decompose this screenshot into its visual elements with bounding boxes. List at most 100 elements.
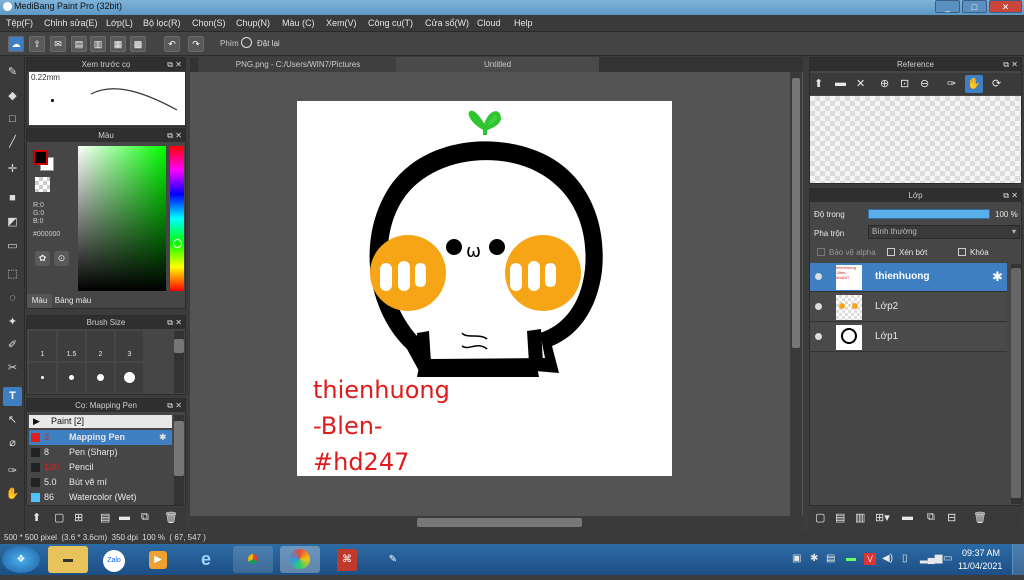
eraser-tool-icon[interactable]: ◆	[3, 87, 22, 106]
tab-png-file[interactable]: PNG.png - C:/Users/WIN7/Pictures	[198, 57, 398, 72]
grid-icon[interactable]: ▦	[110, 36, 126, 52]
horizontal-scrollbar[interactable]	[190, 516, 803, 529]
close-icon[interactable]: ✕	[175, 58, 182, 71]
visibility-icon[interactable]	[815, 333, 822, 340]
brush-list-scrollbar[interactable]	[174, 415, 184, 505]
tray-icon-v[interactable]: V	[864, 553, 876, 565]
page-icon[interactable]: ▥	[90, 36, 106, 52]
artwork-canvas[interactable]: ω thienhuong -Blen- #hd247	[297, 101, 672, 476]
line-tool-icon[interactable]: ╱	[3, 133, 22, 152]
duplicate-icon[interactable]: ⧉	[927, 511, 935, 524]
brush-row-pencil[interactable]: 100 Pencil	[29, 460, 172, 475]
foreground-color-swatch[interactable]	[33, 150, 48, 165]
trash-icon[interactable]: 🗑	[973, 511, 987, 524]
tray-icon-4[interactable]: ▯	[902, 553, 908, 564]
menu-view[interactable]: Xem(V)	[326, 18, 357, 28]
medibang-taskbar-icon[interactable]	[280, 546, 320, 573]
file-explorer-icon[interactable]: ▬	[48, 546, 88, 573]
popout-icon[interactable]: ⧉	[167, 129, 173, 142]
download-icon[interactable]: ⬆	[32, 511, 41, 524]
gear-icon[interactable]: ✱	[992, 269, 1003, 285]
menu-window[interactable]: Cửa sổ(W)	[425, 18, 469, 28]
transparent-color-swatch[interactable]	[35, 177, 50, 192]
tray-icon-2[interactable]: ▤	[826, 553, 835, 564]
volume-icon[interactable]: ◀)	[882, 553, 893, 564]
folder-icon[interactable]: ▬	[119, 511, 130, 523]
clock-time[interactable]: 09:37 AM	[962, 548, 1000, 558]
vertical-scrollbar[interactable]	[790, 72, 802, 516]
fill-rect-tool-icon[interactable]: ■	[3, 189, 22, 208]
saturation-value-picker[interactable]	[78, 146, 166, 291]
lock-checkbox[interactable]	[958, 248, 966, 256]
hand-tool-icon[interactable]: ✋	[3, 485, 22, 504]
clipping-checkbox[interactable]	[887, 248, 895, 256]
chrome-icon[interactable]	[233, 546, 273, 573]
size-cell[interactable]	[58, 363, 85, 393]
menu-select[interactable]: Chọn(S)	[192, 18, 226, 28]
network-icon[interactable]: ▂▄▆	[920, 553, 942, 564]
show-desktop-button[interactable]	[1012, 544, 1024, 575]
text-tool-icon[interactable]: T	[3, 387, 22, 406]
visibility-icon[interactable]	[815, 273, 822, 280]
zalo-taskbar-button[interactable]: Zalo	[95, 546, 133, 573]
minimize-button[interactable]: _	[935, 0, 960, 13]
size-cell[interactable]: 1.5	[58, 331, 85, 361]
paint-tool-icon[interactable]: ✎	[373, 546, 413, 573]
power-icon[interactable]: ▭	[943, 553, 952, 564]
size-scrollbar[interactable]	[174, 331, 184, 393]
palette-icon[interactable]: ✿	[35, 251, 50, 266]
alpha-protect-checkbox[interactable]	[817, 248, 825, 256]
clock-date[interactable]: 11/04/2021	[958, 561, 1002, 571]
brush-row-watercolor[interactable]: 86 Watercolor (Wet)	[29, 490, 172, 505]
close-icon[interactable]: ✕	[1011, 189, 1018, 202]
menu-layer[interactable]: Lớp(L)	[106, 18, 133, 28]
eyedropper-icon[interactable]: ✑	[947, 77, 956, 90]
horizontal-scroll-thumb[interactable]	[417, 518, 582, 527]
select-tool-icon[interactable]: ⬚	[3, 265, 22, 284]
move-tool-icon[interactable]: ✛	[3, 160, 22, 179]
new-brush-icon[interactable]: ▢	[54, 511, 64, 524]
zoom-in-icon[interactable]: ⊕	[880, 77, 889, 90]
start-button-icon[interactable]: ❖	[2, 546, 40, 573]
add-brush-icon[interactable]: ⊞	[74, 511, 83, 524]
size-cell[interactable]	[116, 363, 143, 393]
size-cell[interactable]: 2	[87, 331, 114, 361]
pdf-reader-icon[interactable]: ⌘	[327, 546, 367, 573]
brush-tool-icon[interactable]: ✎	[3, 63, 22, 82]
size-cell[interactable]: 1	[29, 331, 56, 361]
zoom-out-icon[interactable]: ⊖	[920, 77, 929, 90]
gradient-tool-icon[interactable]: ▭	[3, 237, 22, 256]
redo-icon[interactable]: ↷	[188, 36, 204, 52]
fit-icon[interactable]: ⊡	[900, 77, 909, 90]
new-layer-icon[interactable]: ▢	[815, 511, 825, 524]
cloud-icon[interactable]: ☁	[8, 36, 24, 52]
magic-wand-tool-icon[interactable]: ✦	[3, 313, 22, 332]
menu-file[interactable]: Tệp(F)	[6, 18, 33, 28]
size-cell[interactable]	[87, 363, 114, 393]
add-layer-dropdown-icon[interactable]: ⊞▾	[875, 511, 890, 524]
menu-capture[interactable]: Chụp(N)	[236, 18, 270, 28]
edit-brush-icon[interactable]: ▤	[100, 511, 110, 524]
brush-row-pen-sharp[interactable]: 8 Pen (Sharp)	[29, 445, 172, 460]
brush-row-but-ve-mi[interactable]: 5.0 Bút vẽ mí	[29, 475, 172, 490]
opacity-slider[interactable]	[868, 209, 990, 219]
upload-icon[interactable]: ⬆	[814, 77, 823, 90]
internet-explorer-icon[interactable]: e	[186, 546, 226, 573]
menu-color[interactable]: Màu (C)	[282, 18, 315, 28]
tab-palette[interactable]: Bảng màu	[53, 294, 93, 308]
layer-row-lop2[interactable]: Lớp2	[810, 293, 1007, 322]
merge-icon[interactable]: ⊟	[947, 511, 956, 524]
close-icon[interactable]: ✕	[175, 129, 182, 142]
folder-icon[interactable]: ▬	[902, 511, 913, 523]
trash-icon[interactable]: 🗑	[164, 511, 178, 524]
undo-icon[interactable]: ↶	[164, 36, 180, 52]
menu-help[interactable]: Help	[514, 18, 533, 28]
popout-icon[interactable]: ⧉	[167, 399, 173, 412]
document-icon[interactable]: ▤	[71, 36, 87, 52]
close-icon[interactable]: ✕	[856, 77, 865, 90]
operation-tool-icon[interactable]: ↖	[3, 411, 22, 430]
duplicate-icon[interactable]: ⧉	[141, 511, 149, 524]
close-icon[interactable]: ✕	[175, 399, 182, 412]
media-player-icon[interactable]: ▶	[138, 546, 178, 573]
new-halftone-layer-icon[interactable]: ▤	[835, 511, 845, 524]
